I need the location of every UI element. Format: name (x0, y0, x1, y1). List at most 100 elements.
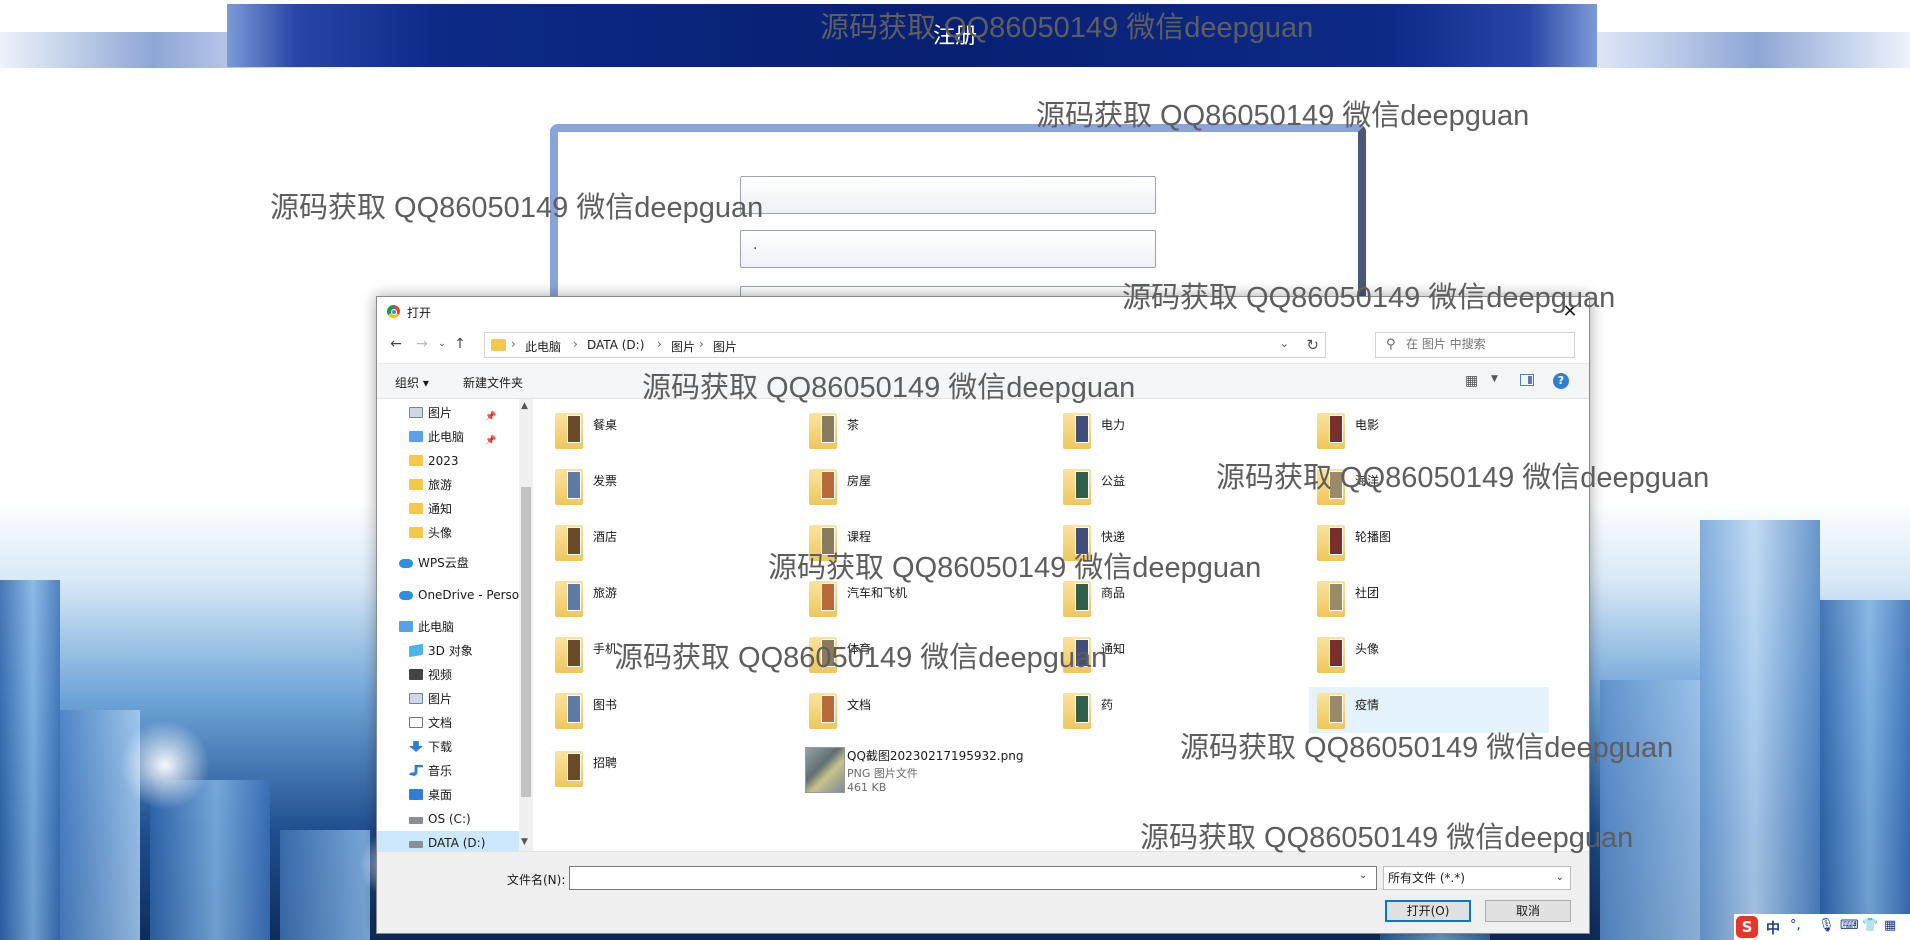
sogou-ime-icon[interactable]: S (1736, 916, 1758, 938)
sidebar-item[interactable]: 3D 对象 (409, 641, 473, 661)
scroll-down-icon[interactable]: ▼ (521, 837, 528, 847)
folder-label: 餐桌 (593, 418, 618, 432)
ime-language-toggle[interactable]: 中 (1766, 918, 1780, 938)
folder-label: 轮播图 (1355, 530, 1392, 544)
refresh-icon[interactable]: ↻ (1306, 336, 1319, 354)
folder-item[interactable]: 房屋 (801, 463, 1041, 509)
keyboard-icon[interactable]: ⌨ (1840, 918, 1859, 933)
folder-item[interactable]: 公益 (1055, 463, 1295, 509)
folder-label: 课程 (847, 530, 872, 544)
breadcrumb-item[interactable]: DATA (D:) (587, 338, 644, 352)
folder-item[interactable]: 社团 (1309, 575, 1549, 621)
file-item[interactable]: QQ截图20230217195932.png PNG 图片文件 461 KB (801, 745, 1041, 805)
sidebar-item-label: 头像 (428, 526, 453, 540)
sidebar-item[interactable]: 通知 (409, 499, 452, 519)
cancel-button[interactable]: 取消 (1485, 900, 1571, 922)
sidebar-item[interactable]: 图片 (409, 689, 452, 709)
new-folder-button[interactable]: 新建文件夹 (463, 374, 523, 391)
recent-locations-icon[interactable]: ⌄ (433, 335, 451, 353)
image-thumbnail (805, 747, 845, 793)
sidebar-item[interactable]: 头像 (409, 523, 452, 543)
sidebar-item[interactable]: OS (C:) (409, 809, 471, 829)
sidebar-item[interactable]: 旅游 (409, 475, 452, 495)
folder-item[interactable]: 电力 (1055, 407, 1295, 453)
ime-toolbar[interactable]: S 中 °, 🎙 ⌨ 👕 ▦ (1734, 914, 1910, 940)
folder-item[interactable]: 轮播图 (1309, 519, 1549, 565)
folder-item[interactable]: 发票 (547, 463, 787, 509)
chevron-down-icon[interactable]: ▼ (1491, 374, 1498, 384)
folder-item[interactable]: 电影 (1309, 407, 1549, 453)
dialog-toolbar: 组织 ▾ 新建文件夹 ▦ ▼ ? (377, 363, 1589, 399)
preview-pane-icon[interactable] (1520, 374, 1534, 386)
organize-button[interactable]: 组织 ▾ (395, 374, 429, 391)
folder-item[interactable]: 文档 (801, 687, 1041, 733)
scrollbar-thumb[interactable] (521, 487, 531, 797)
toolbox-icon[interactable]: ▦ (1884, 918, 1896, 933)
skin-icon[interactable]: 👕 (1862, 918, 1878, 933)
sidebar-item[interactable]: 此电脑 (399, 617, 454, 637)
sidebar-item[interactable]: 桌面 (409, 785, 452, 805)
folder-item[interactable]: 疫情 (1309, 687, 1549, 733)
back-arrow-icon[interactable]: ← (387, 335, 405, 353)
filetype-select[interactable]: 所有文件 (*.*) ⌄ (1383, 866, 1571, 890)
forward-arrow-icon[interactable]: → (413, 335, 431, 353)
folder-item[interactable]: 海洋 (1309, 463, 1549, 509)
sidebar-item[interactable]: 图片 📌 (409, 403, 496, 423)
folder-item[interactable]: 药 (1055, 687, 1295, 733)
sidebar-item-label: 下载 (428, 740, 453, 754)
sidebar-item[interactable]: OneDrive - Perso (399, 585, 519, 605)
folder-item[interactable]: 手机 (547, 631, 787, 677)
folder-item[interactable]: 头像 (1309, 631, 1549, 677)
folder-item[interactable]: 旅游 (547, 575, 787, 621)
microphone-icon[interactable]: 🎙 (1818, 918, 1835, 933)
folder-icon (1063, 469, 1091, 505)
breadcrumb-item[interactable]: 此电脑 (525, 338, 561, 355)
folder-item[interactable]: 汽车和飞机 (801, 575, 1041, 621)
chevron-down-icon[interactable]: ⌄ (1359, 870, 1367, 881)
folder-item[interactable]: 酒店 (547, 519, 787, 565)
open-button[interactable]: 打开(O) (1385, 900, 1471, 922)
folder-item[interactable]: 快递 (1055, 519, 1295, 565)
folder-preview-image (1075, 471, 1089, 499)
filename-input[interactable] (569, 866, 1377, 890)
sidebar-item[interactable]: 文档 (409, 713, 452, 733)
folder-icon (409, 455, 423, 466)
breadcrumb-item[interactable]: 图片 (713, 338, 737, 355)
scroll-up-icon[interactable]: ▲ (521, 401, 528, 411)
filename-label: 文件名(N): (507, 873, 566, 887)
sidebar-item[interactable]: 2023 (409, 451, 459, 471)
register-field-password[interactable]: · (740, 230, 1156, 268)
close-button[interactable]: ✕ (1557, 300, 1583, 324)
folder-item[interactable]: 茶 (801, 407, 1041, 453)
folder-label: 汽车和飞机 (847, 586, 908, 600)
search-input[interactable] (1406, 337, 1566, 351)
folder-item[interactable]: 招聘 (547, 745, 787, 791)
folder-item[interactable]: 图书 (547, 687, 787, 733)
search-box[interactable]: ⚲ (1375, 332, 1575, 358)
sidebar-item[interactable]: WPS云盘 (399, 553, 469, 573)
chevron-down-icon[interactable]: ⌄ (1280, 337, 1289, 350)
folder-item[interactable]: 课程 (801, 519, 1041, 565)
sidebar-item[interactable]: 下载 (409, 737, 452, 757)
folder-item[interactable]: 餐桌 (547, 407, 787, 453)
dialog-titlebar[interactable]: 打开 ✕ (377, 297, 1589, 327)
view-options-icon[interactable]: ▦ (1465, 373, 1478, 389)
help-icon[interactable]: ? (1553, 373, 1569, 389)
up-arrow-icon[interactable]: ↑ (451, 335, 469, 353)
3d-objects-icon (409, 643, 423, 658)
breadcrumb-item[interactable]: 图片 (671, 338, 695, 355)
picture-icon (409, 407, 423, 418)
sidebar-item[interactable]: 视频 (409, 665, 452, 685)
folder-item[interactable]: 通知 (1055, 631, 1295, 677)
sidebar-item[interactable]: 此电脑 📌 (409, 427, 496, 447)
folder-label: 酒店 (593, 530, 618, 544)
punctuation-icon[interactable]: °, (1790, 918, 1801, 933)
folder-item[interactable]: 体育 (801, 631, 1041, 677)
sidebar-item[interactable]: DATA (D:) (409, 833, 485, 851)
address-bar[interactable]: › 此电脑 › DATA (D:) › 图片 › 图片 ⌄ ↻ (484, 332, 1326, 358)
sidebar-item[interactable]: 音乐 (409, 761, 452, 781)
folder-label: 手机 (593, 642, 618, 656)
chevron-right-icon: › (573, 337, 578, 351)
register-field-account[interactable] (740, 176, 1156, 214)
folder-item[interactable]: 商品 (1055, 575, 1295, 621)
